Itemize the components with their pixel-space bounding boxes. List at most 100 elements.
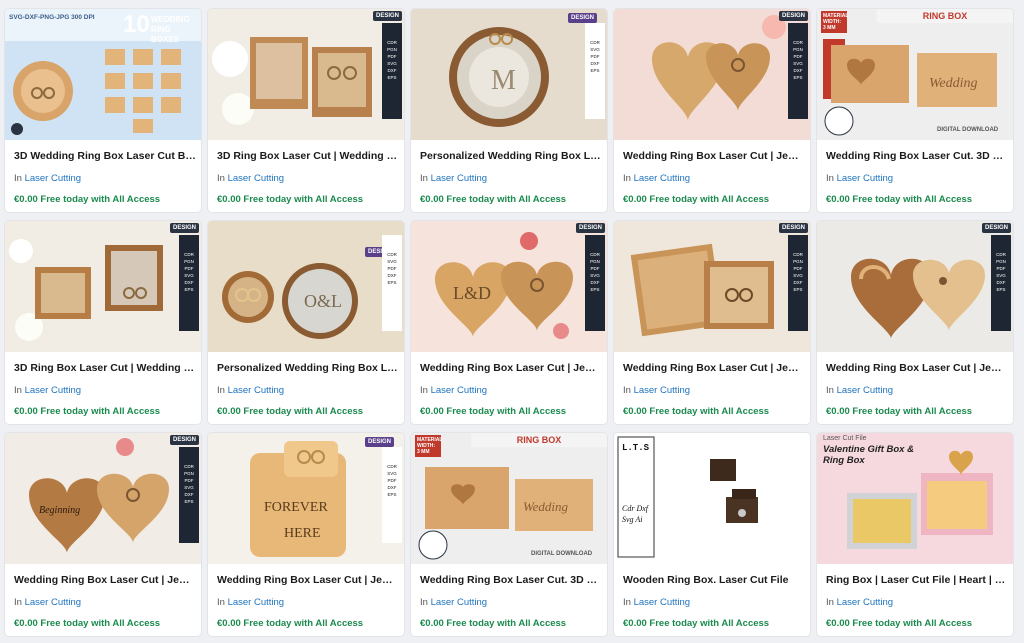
category-link[interactable]: Laser Cutting — [837, 173, 894, 184]
product-thumbnail[interactable]: DESIGN CDR PGN PDF SVG DXF EPS — [5, 221, 201, 352]
category-link[interactable]: Laser Cutting — [431, 385, 488, 396]
category-link[interactable]: Laser Cutting — [25, 173, 82, 184]
product-card[interactable]: M DESIGN CDR SVG PDF DXF EPS Personalized We… — [411, 9, 607, 212]
product-title[interactable]: Personalized Wedding Ring Box La… — [217, 362, 399, 374]
product-thumbnail[interactable]: O&L DESIGN CDR SVG PDF DXF EPS — [208, 221, 404, 352]
product-title[interactable]: Wedding Ring Box Laser Cut | Jewe… — [420, 362, 602, 374]
product-category: In Laser Cutting — [826, 597, 893, 608]
svg-text:O&L: O&L — [304, 291, 342, 311]
product-title[interactable]: Personalized Wedding Ring Box La… — [420, 150, 602, 162]
format-strip: CDR PGN PDF SVG DXF EPS — [179, 447, 199, 543]
product-category: In Laser Cutting — [217, 385, 284, 396]
category-link[interactable]: Laser Cutting — [837, 385, 894, 396]
product-category: In Laser Cutting — [826, 173, 893, 184]
svg-text:Wedding: Wedding — [929, 76, 977, 91]
product-card[interactable]: SVG-DXF-PNG-JPG 300 DPI 10 WEDDING RING … — [5, 9, 201, 212]
category-link[interactable]: Laser Cutting — [228, 173, 285, 184]
product-thumbnail[interactable]: Wedding RING BOX MATERIAL WIDTH: 3 MM DI… — [817, 9, 1013, 140]
product-card[interactable]: DESIGN CDR PGN PDF SVG DXF EPS Wedding Ring B… — [817, 221, 1013, 424]
product-thumbnail[interactable]: DESIGN CDR PGN PDF SVG DXF EPS — [208, 9, 404, 140]
product-card[interactable]: L.T.S Cdr Dxf Svg Ai Wooden Ring Box. La… — [614, 433, 810, 636]
product-price: €0.00 Free today with All Access — [623, 194, 770, 205]
thumb-count-text: 10 — [123, 11, 150, 38]
format-strip: CDR PGN PDF SVG DXF EPS — [585, 235, 605, 331]
product-title[interactable]: 3D Ring Box Laser Cut | Wedding D… — [217, 150, 399, 162]
product-thumbnail[interactable]: FOREVER HERE DESIGN CDR SVG PDF DXF EPS — [208, 433, 404, 564]
product-price: €0.00 Free today with All Access — [420, 194, 567, 205]
product-card[interactable]: FOREVER HERE DESIGN CDR SVG PDF DXF EPS Wedd… — [208, 433, 404, 636]
thumb-material-text: MATERIAL WIDTH: 3 MM — [415, 435, 443, 457]
category-prefix: In — [217, 597, 225, 608]
category-prefix: In — [217, 385, 225, 396]
product-title[interactable]: Wedding Ring Box Laser Cut | Jewe… — [217, 574, 399, 586]
category-link[interactable]: Laser Cutting — [25, 385, 82, 396]
product-price: €0.00 Free today with All Access — [217, 406, 364, 417]
design-badge-icon: DESIGN — [169, 435, 199, 445]
category-link[interactable]: Laser Cutting — [228, 385, 285, 396]
category-prefix: In — [826, 173, 834, 184]
format-strip: CDR SVG PDF DXF EPS — [382, 447, 402, 543]
thumb-subtitle-text: Laser Cut File — [823, 435, 867, 442]
product-thumbnail[interactable]: L&D DESIGN CDR PGN PDF SVG DXF EPS — [411, 221, 607, 352]
category-link[interactable]: Laser Cutting — [431, 173, 488, 184]
product-thumbnail[interactable]: DESIGN CDR PGN PDF SVG DXF EPS — [817, 221, 1013, 352]
product-card[interactable]: DESIGN CDR PGN PDF SVG DXF EPS 3D Ring Box La… — [208, 9, 404, 212]
product-title[interactable]: 3D Wedding Ring Box Laser Cut Bu… — [14, 150, 196, 162]
product-thumbnail[interactable]: DESIGN CDR PGN PDF SVG DXF EPS — [614, 221, 810, 352]
product-thumbnail[interactable]: SVG-DXF-PNG-JPG 300 DPI 10 WEDDING RING … — [5, 9, 201, 140]
product-thumbnail[interactable]: Beginning DESIGN CDR PGN PDF SVG DXF EPS — [5, 433, 201, 564]
product-card[interactable]: Wedding RING BOX MATERIAL WIDTH: 3 MM DI… — [817, 9, 1013, 212]
product-title[interactable]: Wedding Ring Box Laser Cut. 3D Ri… — [826, 150, 1008, 162]
product-card[interactable]: DESIGN CDR PGN PDF SVG DXF EPS Wedding Ring B… — [614, 9, 810, 212]
thumb-download-text: DIGITAL DOWNLOAD — [937, 127, 999, 133]
product-category: In Laser Cutting — [623, 385, 690, 396]
product-card[interactable]: L&D DESIGN CDR PGN PDF SVG DXF EPS Wedding Ri… — [411, 221, 607, 424]
category-prefix: In — [14, 597, 22, 608]
product-thumbnail[interactable]: M DESIGN CDR SVG PDF DXF EPS — [411, 9, 607, 140]
product-card[interactable]: DESIGN CDR PGN PDF SVG DXF EPS 3D Ring Box La… — [5, 221, 201, 424]
category-link[interactable]: Laser Cutting — [634, 173, 691, 184]
format-strip: CDR PGN PDF SVG DXF EPS — [788, 23, 808, 119]
product-card[interactable]: Laser Cut File Valentine Gift Box & Ring… — [817, 433, 1013, 636]
category-link[interactable]: Laser Cutting — [228, 597, 285, 608]
product-title[interactable]: Wedding Ring Box Laser Cut | Jewe… — [826, 362, 1008, 374]
design-badge-icon: DESIGN — [169, 223, 199, 233]
product-card[interactable]: Wedding RING BOX MATERIAL WIDTH: 3 MM DI… — [411, 433, 607, 636]
category-link[interactable]: Laser Cutting — [634, 385, 691, 396]
product-card[interactable]: O&L DESIGN CDR SVG PDF DXF EPS Personalized … — [208, 221, 404, 424]
svg-text:HERE: HERE — [284, 526, 321, 541]
category-prefix: In — [14, 385, 22, 396]
category-link[interactable]: Laser Cutting — [25, 597, 82, 608]
product-thumbnail[interactable]: DESIGN CDR PGN PDF SVG DXF EPS — [614, 9, 810, 140]
product-category: In Laser Cutting — [826, 385, 893, 396]
svg-text:L&D: L&D — [453, 283, 491, 303]
category-link[interactable]: Laser Cutting — [837, 597, 894, 608]
product-category: In Laser Cutting — [14, 597, 81, 608]
format-strip: CDR PGN PDF SVG DXF EPS — [382, 23, 402, 119]
product-thumbnail[interactable]: Wedding RING BOX MATERIAL WIDTH: 3 MM DI… — [411, 433, 607, 564]
product-price: €0.00 Free today with All Access — [420, 618, 567, 629]
category-prefix: In — [14, 173, 22, 184]
product-thumbnail[interactable]: L.T.S Cdr Dxf Svg Ai — [614, 433, 810, 564]
product-title[interactable]: Wedding Ring Box Laser Cut. 3D Ri… — [420, 574, 602, 586]
product-title[interactable]: Ring Box | Laser Cut File | Heart | Love — [826, 574, 1008, 586]
thumb-heading-text: RING BOX — [471, 433, 607, 447]
product-title[interactable]: Wedding Ring Box Laser Cut | Jewe… — [14, 574, 196, 586]
category-link[interactable]: Laser Cutting — [634, 597, 691, 608]
product-category: In Laser Cutting — [217, 597, 284, 608]
product-price: €0.00 Free today with All Access — [14, 618, 161, 629]
product-title[interactable]: 3D Ring Box Laser Cut | Wedding D… — [14, 362, 196, 374]
product-price: €0.00 Free today with All Access — [217, 194, 364, 205]
svg-text:Wedding: Wedding — [523, 499, 569, 514]
product-card[interactable]: Beginning DESIGN CDR PGN PDF SVG DXF EPS Wedd… — [5, 433, 201, 636]
product-title[interactable]: Wooden Ring Box. Laser Cut File — [623, 574, 805, 586]
format-strip: CDR PGN PDF SVG DXF EPS — [788, 235, 808, 331]
product-category: In Laser Cutting — [623, 597, 690, 608]
category-link[interactable]: Laser Cutting — [431, 597, 488, 608]
product-title[interactable]: Wedding Ring Box Laser Cut | Jewe… — [623, 362, 805, 374]
product-thumbnail[interactable]: Laser Cut File Valentine Gift Box & Ring… — [817, 433, 1013, 564]
thumb-heading-text: WEDDING RING BOXES — [151, 15, 190, 44]
thumb-brand-text: L.T.S — [622, 443, 650, 453]
product-card[interactable]: DESIGN CDR PGN PDF SVG DXF EPS Wedding Ring B… — [614, 221, 810, 424]
product-title[interactable]: Wedding Ring Box Laser Cut | Jewe… — [623, 150, 805, 162]
